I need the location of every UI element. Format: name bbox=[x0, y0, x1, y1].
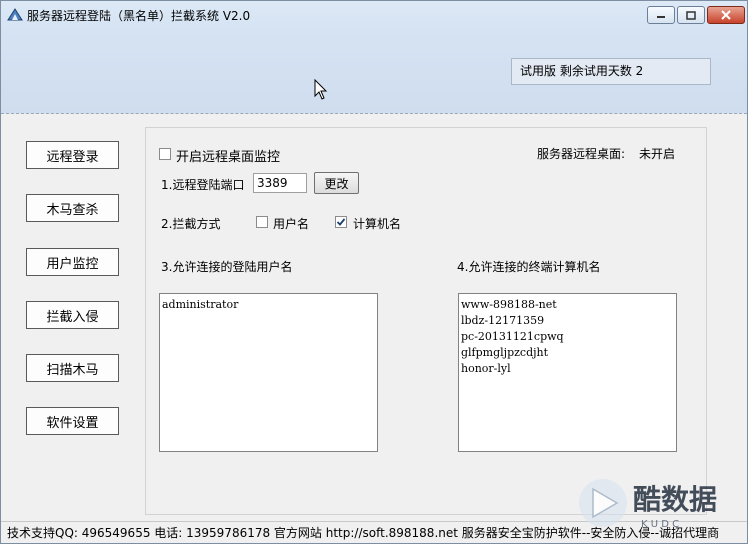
block-by-computer-label: 计算机名 bbox=[353, 217, 402, 231]
minimize-icon bbox=[657, 16, 665, 18]
mouse-cursor-icon bbox=[314, 79, 328, 100]
enable-monitor-checkbox[interactable] bbox=[159, 148, 171, 160]
window-title: 服务器远程登陆（黑名单）拦截系统 V2.0 bbox=[27, 9, 251, 23]
change-port-label: 更改 bbox=[324, 176, 349, 191]
allowed-users-label: 3.允许连接的登陆用户名 bbox=[161, 260, 293, 274]
remote-desktop-status-label: 服务器远程桌面: bbox=[537, 147, 626, 161]
watermark-logo: 酷数据 K U D C bbox=[579, 479, 717, 530]
sidebar-item-label: 木马查杀 bbox=[46, 202, 99, 218]
title-bar[interactable]: 服务器远程登陆（黑名单）拦截系统 V2.0 试用版 剩余试用天数 2 bbox=[1, 1, 747, 114]
watermark-text: 酷数据 bbox=[633, 483, 717, 516]
scan-trojan-button[interactable]: 扫描木马 bbox=[26, 354, 119, 382]
maximize-button[interactable] bbox=[677, 6, 705, 24]
trial-status: 试用版 剩余试用天数 2 bbox=[511, 58, 711, 85]
enable-monitor-label: 开启远程桌面监控 bbox=[176, 150, 281, 165]
change-port-button[interactable]: 更改 bbox=[314, 172, 359, 194]
block-by-computer-checkbox[interactable] bbox=[335, 216, 347, 228]
list-item[interactable]: administrator bbox=[162, 297, 375, 313]
sidebar-item-label: 扫描木马 bbox=[46, 362, 99, 378]
allowed-users-list[interactable]: administrator bbox=[159, 293, 378, 452]
app-logo-icon bbox=[7, 8, 23, 21]
allowed-computers-label: 4.允许连接的终端计算机名 bbox=[457, 260, 601, 274]
list-item[interactable]: honor-lyl bbox=[461, 361, 674, 377]
remote-login-button[interactable]: 远程登录 bbox=[26, 141, 119, 169]
close-button[interactable] bbox=[707, 6, 745, 24]
port-input[interactable] bbox=[253, 173, 307, 193]
sidebar-item-label: 软件设置 bbox=[46, 415, 99, 431]
list-item[interactable]: www-898188-net bbox=[461, 297, 674, 313]
checkmark-icon bbox=[336, 218, 346, 226]
sidebar-item-label: 远程登录 bbox=[46, 149, 99, 165]
list-item[interactable]: pc-20131121cpwq bbox=[461, 329, 674, 345]
sidebar-item-label: 拦截入侵 bbox=[46, 309, 99, 325]
block-mode-label: 2.拦截方式 bbox=[161, 217, 221, 231]
block-by-username-label: 用户名 bbox=[273, 217, 310, 231]
software-settings-button[interactable]: 软件设置 bbox=[26, 407, 119, 435]
watermark-sub: K U D C bbox=[641, 519, 679, 530]
minimize-button[interactable] bbox=[647, 6, 675, 24]
port-label: 1.远程登陆端口 bbox=[161, 178, 245, 192]
block-intrusion-button[interactable]: 拦截入侵 bbox=[26, 301, 119, 329]
trojan-kill-button[interactable]: 木马查杀 bbox=[26, 194, 119, 222]
allowed-computers-list[interactable]: www-898188-net lbdz-12171359 pc-20131121… bbox=[458, 293, 677, 452]
block-by-username-checkbox[interactable] bbox=[256, 216, 268, 228]
main-window: 服务器远程登陆（黑名单）拦截系统 V2.0 试用版 剩余试用天数 2 远程登录 … bbox=[0, 0, 748, 544]
sidebar-item-label: 用户监控 bbox=[46, 256, 99, 272]
close-icon bbox=[721, 10, 731, 20]
list-item[interactable]: glfpmgljpzcdjht bbox=[461, 345, 674, 361]
list-item[interactable]: lbdz-12171359 bbox=[461, 313, 674, 329]
maximize-icon bbox=[686, 10, 696, 20]
user-monitor-button[interactable]: 用户监控 bbox=[26, 248, 119, 276]
remote-desktop-status-value: 未开启 bbox=[639, 147, 676, 161]
